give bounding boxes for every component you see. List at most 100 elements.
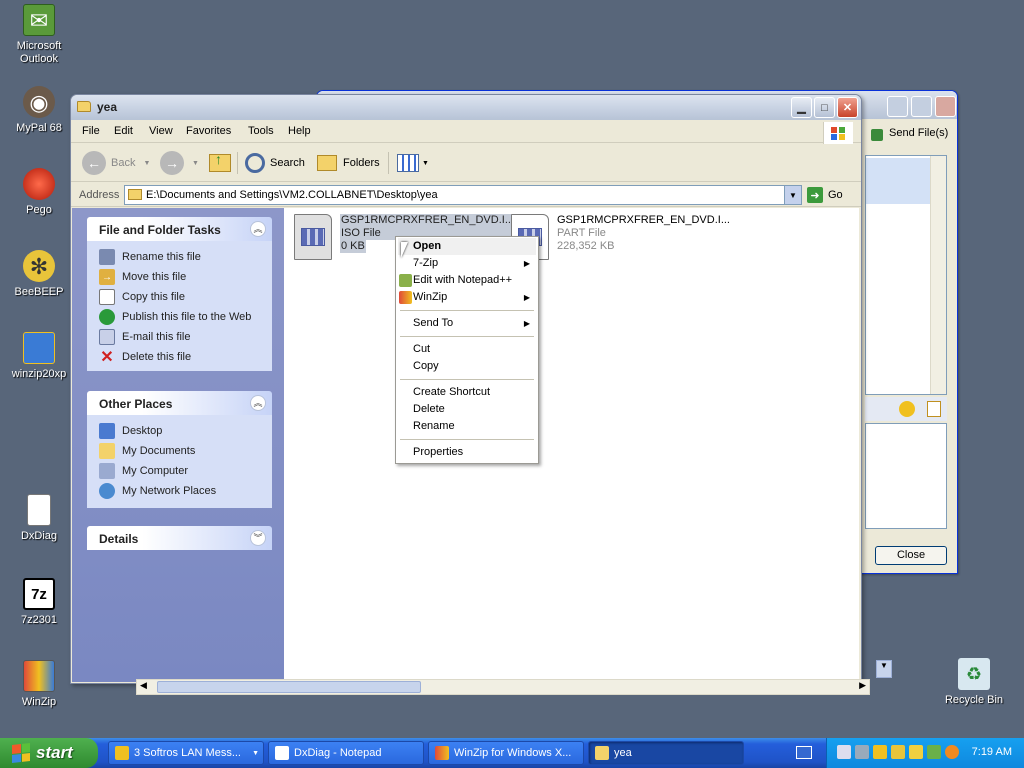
collapse-icon[interactable]: ︽	[250, 221, 266, 237]
go-button[interactable]: ➜ Go	[807, 186, 843, 204]
close-button[interactable]	[935, 96, 956, 117]
menu-file[interactable]: File	[82, 125, 100, 137]
winzip-icon	[435, 746, 449, 760]
keyboard-icon[interactable]	[796, 746, 812, 759]
taskbar-item-softros[interactable]: 3 Softros LAN Mess... ▼	[108, 741, 264, 765]
place-my-network[interactable]: My Network Places	[99, 481, 272, 501]
menu-separator	[400, 379, 534, 380]
ctx-properties[interactable]: Properties	[398, 444, 536, 461]
collapse-icon[interactable]: ︽	[250, 395, 266, 411]
note-icon[interactable]	[927, 401, 941, 417]
chevron-down-icon[interactable]: ▼	[192, 160, 199, 167]
desktop-icon-label: winzip20xp	[11, 368, 67, 380]
clock[interactable]: 7:19 AM	[972, 746, 1012, 758]
minimize-button[interactable]: ▁	[791, 97, 812, 118]
close-chat-button[interactable]: Close	[875, 546, 947, 565]
task-delete[interactable]: ✕ Delete this file	[99, 347, 272, 367]
chevron-down-icon[interactable]: ▼	[143, 160, 150, 167]
scroll-left-icon[interactable]: ◀	[140, 680, 147, 691]
place-my-documents[interactable]: My Documents	[99, 441, 272, 461]
menu-edit[interactable]: Edit	[114, 125, 133, 137]
desktop-icon-winzip[interactable]: WinZip	[0, 660, 78, 709]
smiley-icon[interactable]	[899, 401, 915, 417]
task-copy[interactable]: Copy this file	[99, 287, 272, 307]
ctx-label: Properties	[413, 446, 464, 458]
vertical-scrollbar[interactable]	[930, 156, 946, 394]
network-icon[interactable]	[855, 745, 869, 759]
title-bar[interactable]: yea ▁ □ ✕	[71, 95, 861, 120]
task-rename[interactable]: Rename this file	[99, 247, 272, 267]
desktop-icon-label: WinZip	[21, 696, 57, 708]
search-icon[interactable]	[945, 745, 959, 759]
taskbar-item-winzip[interactable]: WinZip for Windows X...	[428, 741, 584, 765]
menu-help[interactable]: Help	[288, 125, 311, 137]
task-publish[interactable]: Publish this file to the Web	[99, 307, 272, 327]
ctx-create-shortcut[interactable]: Create Shortcut	[398, 384, 536, 401]
ctx-label: Open	[413, 240, 442, 252]
folders-button[interactable]: Folders	[317, 150, 380, 176]
horizontal-scrollbar[interactable]: ◀ ▶	[136, 679, 870, 695]
place-desktop[interactable]: Desktop	[99, 421, 272, 441]
shield-icon[interactable]	[909, 745, 923, 759]
maximize-button[interactable]: □	[814, 97, 835, 118]
ctx-rename[interactable]: Rename	[398, 418, 536, 435]
desktop-icon-7z[interactable]: 7z 7z2301	[0, 578, 78, 627]
minimize-button[interactable]	[887, 96, 908, 117]
ctx-7zip[interactable]: 7-Zip ▶	[398, 255, 536, 272]
desktop-icon-dxdiag[interactable]: DxDiag	[0, 494, 78, 543]
desktop-icon-recycle-bin[interactable]: ♻ Recycle Bin	[935, 658, 1013, 707]
file-item-part[interactable]: GSP1RMCPRXFRER_EN_DVD.I... PART File 228…	[511, 214, 730, 262]
expand-icon[interactable]: ︾	[250, 530, 266, 546]
ctx-notepad[interactable]: Edit with Notepad++	[398, 272, 536, 289]
start-button[interactable]: start	[0, 738, 98, 768]
menu-favorites[interactable]: Favorites	[186, 125, 231, 137]
ctx-label: Create Shortcut	[413, 386, 491, 398]
task-email[interactable]: E-mail this file	[99, 327, 272, 347]
ctx-send-to[interactable]: Send To ▶	[398, 315, 536, 332]
ctx-winzip[interactable]: WinZip ▶	[398, 289, 536, 306]
ctx-copy[interactable]: Copy	[398, 358, 536, 375]
address-value[interactable]: E:\Documents and Settings\VM2.COLLABNET\…	[146, 189, 438, 201]
close-button[interactable]: ✕	[837, 97, 858, 118]
taskbar-item-dxdiag[interactable]: DxDiag - Notepad	[268, 741, 424, 765]
views-button[interactable]: ▼	[397, 150, 429, 176]
address-input[interactable]: E:\Documents and Settings\VM2.COLLABNET\…	[124, 185, 802, 205]
up-button[interactable]: ↑	[209, 150, 231, 176]
desktop-icon-pego[interactable]: Pego	[0, 168, 78, 217]
back-button[interactable]: ← Back ▼	[82, 150, 150, 176]
scrollbar-thumb[interactable]	[157, 681, 421, 693]
desktop-icon-mypal[interactable]: ◉ MyPal 68	[0, 86, 78, 135]
ctx-cut[interactable]: Cut	[398, 341, 536, 358]
panel-header[interactable]: Details ︾	[87, 526, 272, 550]
desktop-icon-beebeep[interactable]: ✻ BeeBEEP	[0, 250, 78, 299]
ctx-open[interactable]: Open	[398, 238, 536, 255]
ctx-label: Copy	[413, 360, 439, 372]
contact-list[interactable]	[865, 155, 947, 395]
tools-icon[interactable]	[927, 745, 941, 759]
scroll-down-icon[interactable]: ▼	[876, 660, 892, 678]
computer-icon	[99, 463, 115, 479]
send-files-button[interactable]: Send File(s)	[867, 125, 954, 145]
menu-tools[interactable]: Tools	[248, 125, 274, 137]
message-input[interactable]	[865, 423, 947, 529]
selected-contact[interactable]	[866, 158, 930, 204]
menu-view[interactable]: View	[149, 125, 173, 137]
task-move[interactable]: → Move this file	[99, 267, 272, 287]
panel-header[interactable]: Other Places ︽	[87, 391, 272, 415]
desktop-icon-outlook[interactable]: ✉ Microsoft Outlook	[0, 4, 78, 66]
chevron-down-icon[interactable]: ▼	[784, 186, 801, 204]
chevron-down-icon: ▼	[252, 749, 259, 757]
search-button[interactable]: Search	[245, 150, 305, 176]
scroll-right-icon[interactable]: ▶	[859, 680, 866, 691]
forward-button[interactable]: → ▼	[160, 150, 199, 176]
taskbar-item-yea[interactable]: yea	[588, 741, 744, 765]
place-my-computer[interactable]: My Computer	[99, 461, 272, 481]
desktop-icon-winzip20xp[interactable]: winzip20xp	[0, 332, 78, 381]
file-list-view[interactable]: GSP1RMCPRXFRER_EN_DVD.I... ISO File 0 KB…	[284, 208, 859, 682]
maximize-button[interactable]	[911, 96, 932, 117]
monitor-icon[interactable]	[837, 745, 851, 759]
bee-icon[interactable]	[891, 745, 905, 759]
ctx-delete[interactable]: Delete	[398, 401, 536, 418]
chat-icon[interactable]	[873, 745, 887, 759]
panel-header[interactable]: File and Folder Tasks ︽	[87, 217, 272, 241]
